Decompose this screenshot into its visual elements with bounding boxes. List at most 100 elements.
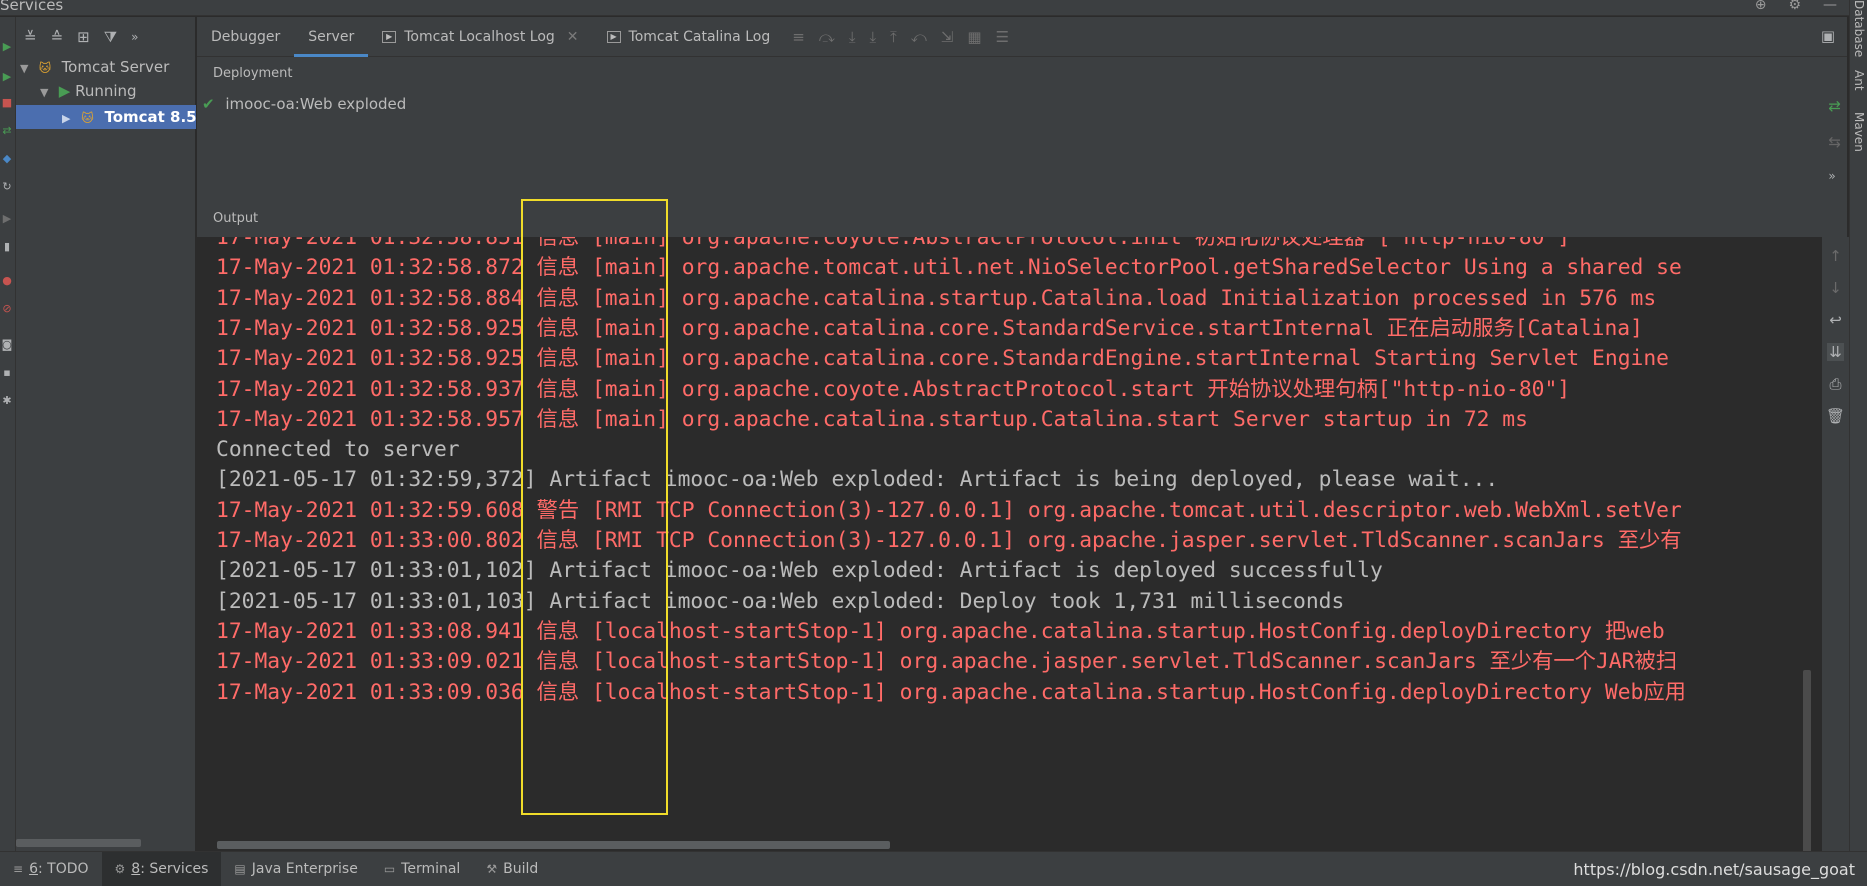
tree-item-tomcat[interactable]: ▶ 🐱 Tomcat 8.5 (16, 105, 197, 131)
bar-icon[interactable]: ▮ (1, 241, 13, 253)
tree-horizontal-scrollbar[interactable] (16, 839, 141, 847)
tab-server[interactable]: Server (294, 17, 369, 57)
close-icon[interactable]: ✕ (567, 29, 579, 45)
watermark-url: https://blog.csdn.net/sausage_goat (1573, 860, 1855, 879)
todo-label: : TODO (37, 861, 89, 877)
tree-item-tomcat-server[interactable]: ▼ 🐱 Tomcat Server (16, 55, 196, 79)
trace-icon[interactable]: ☰ (996, 28, 1009, 46)
services-icon: ⚙ (114, 862, 126, 876)
group-icon[interactable]: ⊞ (77, 28, 90, 46)
layout-icon[interactable]: ▪ (1, 367, 13, 379)
ant-tool-label[interactable]: Ant (1852, 70, 1866, 91)
refresh-icon[interactable]: ↻ (1, 181, 13, 193)
right-tool-strip: Database Ant Maven (1849, 0, 1867, 851)
services-number: 8 (131, 861, 141, 877)
log-line: [2021-05-17 01:33:01,102] Artifact imooc… (216, 558, 1383, 584)
trash-icon[interactable]: 🗑 (1826, 407, 1845, 425)
rerun-icon[interactable]: ▶ (1, 41, 13, 53)
chevron-down-icon[interactable]: ▼ (20, 57, 34, 81)
step-out-icon[interactable]: ⤒ (890, 28, 897, 46)
tree-item-running[interactable]: ▼ ▶ Running (16, 79, 196, 103)
print-icon[interactable]: ⎙ (1829, 375, 1841, 393)
deployment-item-label: imooc-oa:Web exploded (225, 95, 407, 113)
services-tree-panel: ≚ ≙ ⊞ ⧩ » ▼ 🐱 Tomcat Server ▼ ▶ Running … (16, 17, 197, 851)
output-vertical-scrollbar[interactable] (1803, 670, 1811, 853)
run-to-cursor-icon[interactable]: ⇲ (941, 28, 954, 46)
terminal-icon: ▭ (383, 862, 396, 876)
log-line: 17-May-2021 01:32:58.957 信息 [main] org.a… (216, 406, 1528, 432)
chevron-down-icon[interactable]: ▼ (40, 81, 54, 105)
deployment-item[interactable]: ✔ imooc-oa:Web exploded (202, 95, 406, 113)
run-icon[interactable]: ▶ (1, 71, 13, 83)
log-line: 17-May-2021 01:33:08.941 信息 [localhost-s… (216, 618, 1665, 644)
gear-icon[interactable]: ⚙ (1788, 0, 1801, 13)
minimize-icon[interactable]: — (1823, 0, 1837, 13)
scroll-to-end-icon[interactable]: ⇊ (1827, 343, 1844, 361)
breakpoint-icon[interactable]: ● (1, 275, 13, 287)
deployment-label: Deployment (213, 66, 293, 81)
tab-tomcat-catalina-log[interactable]: ▶ Tomcat Catalina Log (593, 17, 785, 57)
more-icon[interactable]: » (1828, 169, 1841, 183)
tomcat-icon: 🐱 (81, 111, 94, 125)
tab-tomcat-localhost-log[interactable]: ▶ Tomcat Localhost Log ✕ (368, 17, 592, 57)
log-line: 17-May-2021 01:32:59.608 警告 [RMI TCP Con… (216, 497, 1682, 523)
more-icon[interactable]: » (131, 30, 138, 44)
globe-icon[interactable]: ⊕ (1755, 0, 1767, 13)
java-enterprise-tool-button[interactable]: ▤ Java Enterprise (221, 852, 370, 886)
log-line: Connected to server (216, 437, 460, 463)
tree-toolbar: ≚ ≙ ⊞ ⧩ » (16, 17, 195, 57)
filter-icon[interactable]: ⧩ (104, 28, 117, 46)
drop-frame-icon[interactable]: ⤺ (911, 28, 927, 46)
window-title: Services (0, 0, 64, 14)
undeploy-icon[interactable]: ⇆ (1828, 133, 1841, 151)
database-tool-label[interactable]: Database (1852, 0, 1866, 57)
terminal-tool-button[interactable]: ▭ Terminal (371, 852, 474, 886)
soft-wrap-icon[interactable]: ↩ (1829, 311, 1842, 329)
debug-icon[interactable]: ◆ (1, 153, 13, 165)
menu-icon[interactable]: ≡ (792, 28, 805, 46)
scroll-up-icon[interactable]: ↑ (1829, 247, 1842, 265)
output-horizontal-scrollbar[interactable] (217, 841, 890, 849)
step-over-icon[interactable]: ⤼ (819, 28, 835, 46)
deployment-panel: Deployment ✔ imooc-oa:Web exploded ⇄ ⇆ »… (197, 57, 1847, 237)
left-action-strip: ▶ ▶ ■ ⇄ ◆ ↻ ▶ ▮ ● ⊘ ◙ ▪ ✱ (0, 17, 16, 851)
tab-debugger[interactable]: Debugger (197, 17, 294, 57)
expand-all-icon[interactable]: ≚ (24, 28, 37, 46)
force-step-into-icon[interactable]: ⤓ (869, 28, 876, 46)
log-line: 17-May-2021 01:33:09.036 信息 [localhost-s… (216, 679, 1686, 705)
maven-tool-label[interactable]: Maven (1852, 112, 1866, 152)
settings-icon[interactable]: ✱ (1, 395, 13, 407)
layout-icon[interactable]: ▣ (1821, 27, 1835, 45)
services-label: : Services (140, 861, 209, 877)
camera-icon[interactable]: ◙ (1, 339, 13, 351)
mute-icon[interactable]: ⊘ (1, 303, 13, 315)
debugger-toolbar: ≡ ⤼ ⤓ ⤓ ⤒ ⤺ ⇲ ▦ ☰ (792, 28, 1009, 46)
chevron-right-icon[interactable]: ▶ (62, 107, 76, 131)
output-toolbar: ↑ ↓ ↩ ⇊ ⎙ 🗑 (1822, 237, 1849, 851)
pause-icon[interactable]: ▶ (1, 213, 13, 225)
service-tabs: Debugger Server ▶ Tomcat Localhost Log ✕… (197, 17, 1847, 57)
log-line: [2021-05-17 01:33:01,103] Artifact imooc… (216, 588, 1345, 614)
evaluate-icon[interactable]: ▦ (967, 28, 981, 46)
stop-icon[interactable]: ■ (1, 97, 13, 109)
scroll-down-icon[interactable]: ↓ (1829, 279, 1842, 297)
redeploy-icon[interactable]: ⇄ (1828, 97, 1841, 115)
log-line: 17-May-2021 01:32:58.925 信息 [main] org.a… (216, 315, 1643, 341)
check-icon: ✔ (202, 95, 215, 113)
deployment-toolbar: ⇄ ⇆ » (1828, 97, 1841, 183)
deploy-icon[interactable]: ⇄ (1, 125, 13, 137)
build-label: Build (503, 861, 539, 877)
collapse-all-icon[interactable]: ≙ (51, 28, 64, 46)
output-console[interactable]: 17-May-2021 01:32:58.851 信息 [main] org.a… (197, 237, 1822, 851)
title-bar-icons: ⊕ ⚙ — (1755, 0, 1837, 13)
tab-label: Server (308, 28, 355, 45)
status-bar: ≡ 6: TODO ⚙ 8: Services ▤ Java Enterpris… (0, 851, 1867, 886)
log-line: 17-May-2021 01:32:58.872 信息 [main] org.a… (216, 255, 1682, 281)
step-into-icon[interactable]: ⤓ (849, 28, 856, 46)
log-line: 17-May-2021 01:32:58.937 信息 [main] org.a… (216, 376, 1571, 402)
services-tool-button[interactable]: ⚙ 8: Services (101, 851, 222, 886)
hammer-icon: ⚒ (486, 862, 498, 876)
tab-label: Tomcat Catalina Log (628, 28, 771, 45)
todo-tool-button[interactable]: ≡ 6: TODO (0, 852, 102, 886)
build-tool-button[interactable]: ⚒ Build (473, 852, 551, 886)
